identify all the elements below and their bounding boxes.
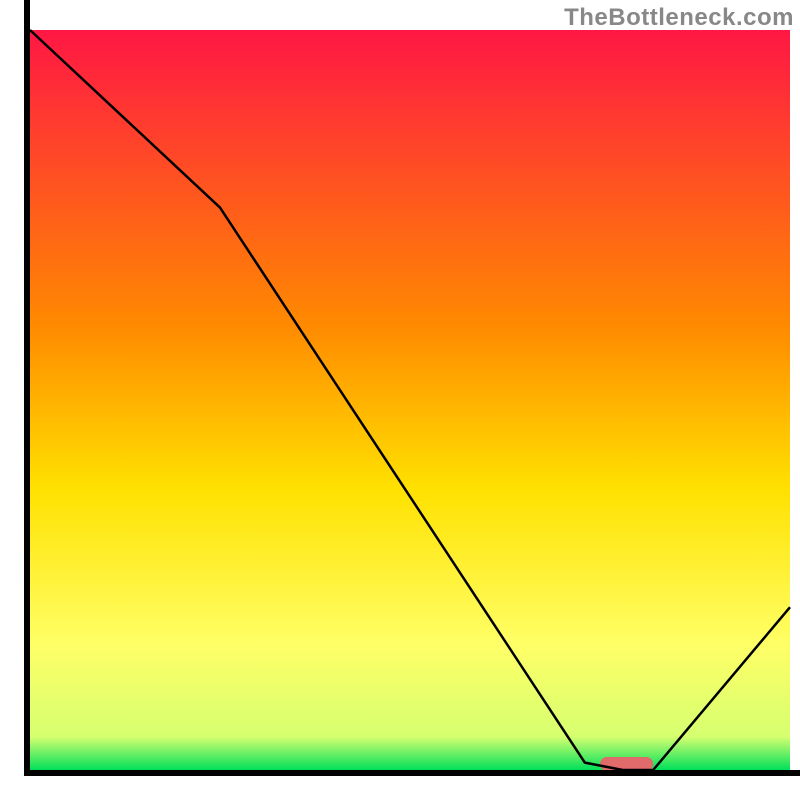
- x-axis: [24, 770, 800, 776]
- watermark-text: TheBottleneck.com: [564, 4, 794, 32]
- bottleneck-chart: TheBottleneck.com: [0, 0, 800, 800]
- chart-svg: [0, 0, 800, 800]
- y-axis: [24, 0, 30, 776]
- gradient-background: [30, 30, 790, 770]
